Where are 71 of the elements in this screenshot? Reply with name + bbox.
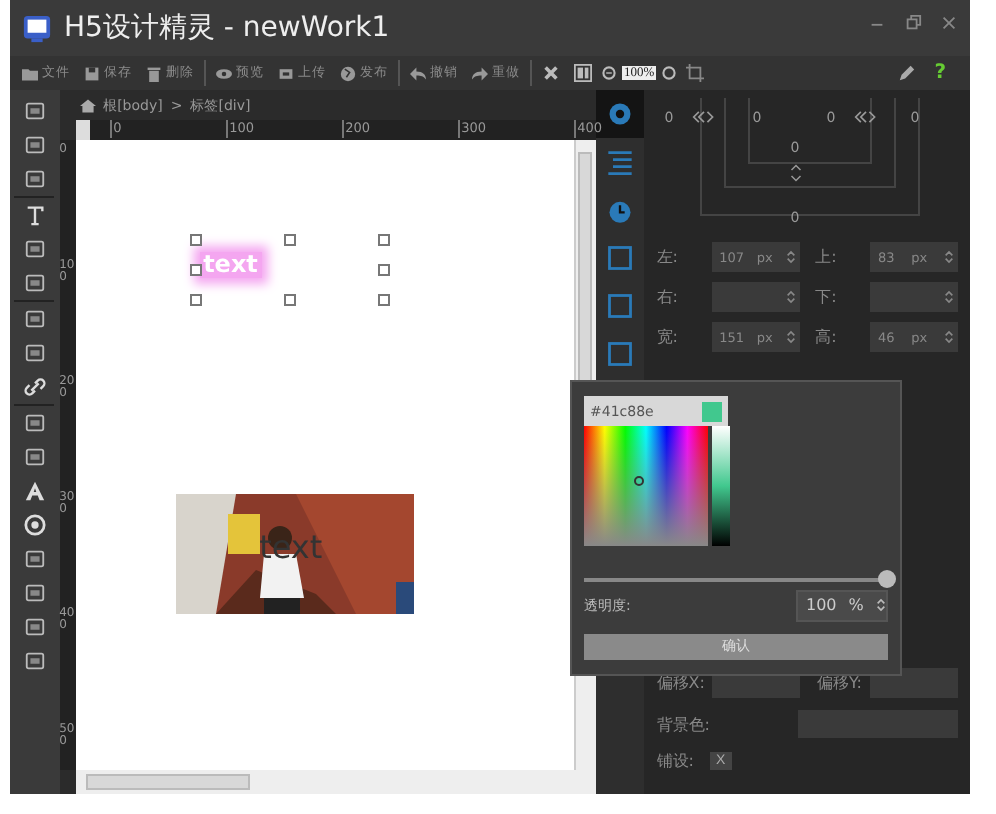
- tool-icon[interactable]: [23, 308, 46, 330]
- field-label: 右:: [656, 286, 678, 308]
- folder-icon: [22, 65, 38, 81]
- crop-icon[interactable]: [686, 64, 705, 82]
- box-icon: [278, 65, 294, 81]
- save-icon: [84, 65, 100, 81]
- spinner-icon[interactable]: [944, 248, 954, 266]
- number-field[interactable]: [870, 668, 959, 698]
- restore-icon[interactable]: [904, 14, 922, 32]
- trash-icon: [146, 65, 162, 81]
- home-icon: [79, 97, 96, 113]
- redo-icon: [472, 65, 488, 81]
- square-icon: [606, 292, 635, 320]
- selection-frame[interactable]: [195, 240, 384, 300]
- tool-icon[interactable]: [23, 376, 46, 398]
- pencil-icon[interactable]: [898, 64, 917, 82]
- zoom-in-icon[interactable]: [662, 66, 677, 80]
- tool-icon[interactable]: [23, 204, 46, 226]
- number-field[interactable]: [870, 282, 959, 312]
- close-icon[interactable]: [542, 64, 560, 82]
- tool-icon[interactable]: [23, 446, 46, 468]
- undo-icon: [410, 65, 426, 81]
- up-down-arrows-icon[interactable]: [790, 162, 803, 184]
- field-label: 铺设:: [656, 750, 694, 772]
- spinner-icon[interactable]: [785, 248, 796, 266]
- field-label: 上:: [815, 246, 837, 268]
- tool-icon[interactable]: [23, 100, 46, 122]
- arrows-icon[interactable]: [854, 110, 879, 124]
- monitor-icon: [22, 13, 52, 43]
- layout-icon[interactable]: [574, 64, 592, 82]
- spinner-icon[interactable]: [785, 328, 796, 346]
- shade-bar[interactable]: [712, 426, 730, 547]
- help-button[interactable]: ?: [934, 62, 946, 84]
- square-icon: [606, 340, 635, 368]
- tool-icon[interactable]: [23, 514, 46, 536]
- close-icon[interactable]: [940, 14, 958, 32]
- tool-icon[interactable]: [23, 238, 46, 260]
- square-icon: [606, 244, 635, 272]
- field-label: 背景色:: [656, 713, 710, 735]
- clock-icon: [606, 196, 635, 224]
- field-label: 宽:: [656, 326, 678, 348]
- tool-icon[interactable]: [23, 342, 46, 364]
- arrows-icon[interactable]: [692, 110, 717, 124]
- tool-icon[interactable]: [23, 548, 46, 570]
- opacity-field[interactable]: 100 %: [796, 589, 888, 622]
- list-icon: [606, 148, 635, 176]
- tool-icon[interactable]: [23, 616, 46, 638]
- field-label: 高:: [815, 326, 837, 348]
- tool-icon[interactable]: [23, 480, 46, 502]
- tool-icon[interactable]: [23, 272, 46, 294]
- spinner-icon[interactable]: [944, 288, 955, 306]
- field-label: 左:: [656, 246, 678, 268]
- tool-icon[interactable]: [23, 582, 46, 604]
- field-label: 偏移X:: [656, 672, 705, 694]
- number-field[interactable]: [711, 282, 800, 312]
- globe-icon: [340, 65, 356, 81]
- spinner-icon[interactable]: [875, 596, 886, 615]
- color-spectrum[interactable]: [584, 426, 708, 547]
- eye-icon: [216, 65, 232, 81]
- spinner-icon[interactable]: [944, 328, 954, 346]
- opacity-slider-thumb[interactable]: [878, 570, 896, 589]
- field-label: 下:: [815, 286, 837, 308]
- field-label: 偏移Y:: [816, 672, 863, 694]
- tool-icon[interactable]: [23, 134, 46, 156]
- zoom-out-icon[interactable]: [602, 66, 616, 80]
- spinner-icon[interactable]: [785, 288, 796, 306]
- tool-icon[interactable]: [23, 650, 46, 672]
- horizontal-scrollbar[interactable]: [75, 770, 596, 794]
- window-title: H5设计精灵 - newWork1: [64, 10, 390, 46]
- tool-icon[interactable]: [23, 168, 46, 190]
- tool-icon[interactable]: [23, 412, 46, 434]
